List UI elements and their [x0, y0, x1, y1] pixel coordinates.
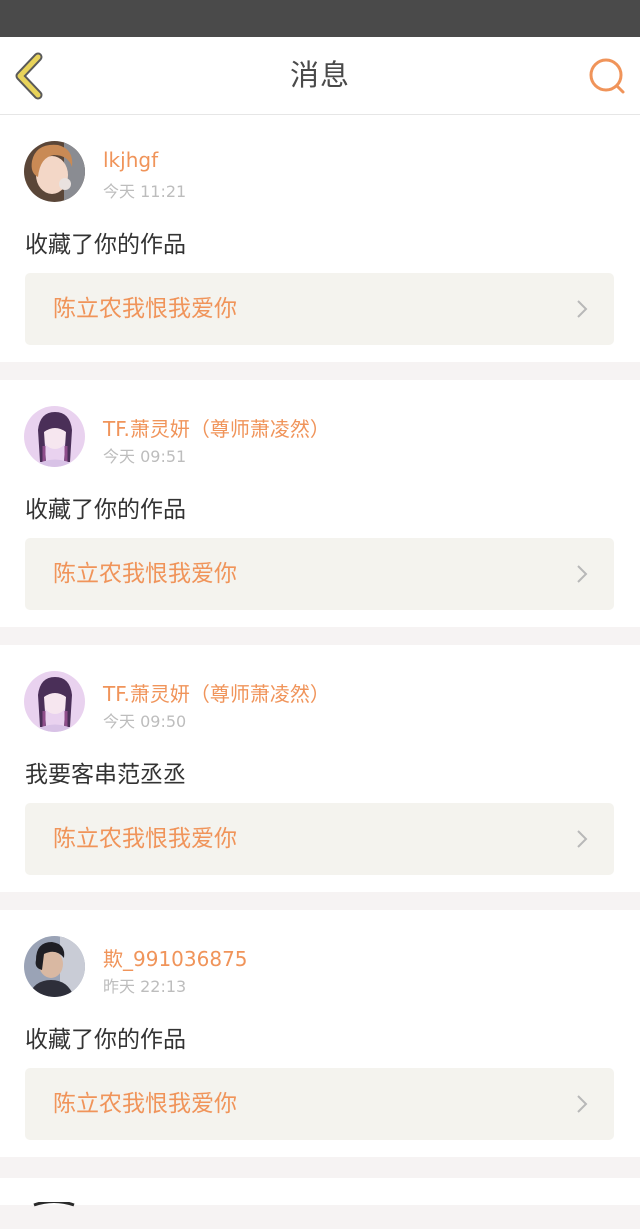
- message-text: 我要客串范丞丞: [25, 762, 186, 788]
- username[interactable]: 欺_991036875: [103, 943, 248, 972]
- chevron-right-icon: [577, 830, 588, 848]
- search-icon: [589, 58, 625, 94]
- timestamp: 今天 11:21: [103, 182, 187, 201]
- avatar[interactable]: [24, 406, 85, 467]
- work-link[interactable]: 陈立农我恨我爱你: [25, 803, 614, 875]
- work-title: 陈立农我恨我爱你: [53, 561, 237, 587]
- avatar[interactable]: [24, 936, 85, 997]
- page-title: 消息: [289, 58, 350, 92]
- timestamp: 今天 09:51: [103, 447, 187, 466]
- username[interactable]: TF.萧灵妍（尊师萧凌然）: [103, 413, 330, 442]
- timestamp: 昨天 22:13: [103, 977, 187, 996]
- message-text: 收藏了你的作品: [25, 232, 186, 258]
- chevron-right-icon: [577, 300, 588, 318]
- message-item-partial: [0, 1178, 640, 1207]
- message-item: 欺_991036875 昨天 22:13 收藏了你的作品 陈立农我恨我爱你: [0, 910, 640, 1157]
- message-text: 收藏了你的作品: [25, 497, 186, 523]
- status-bar: [0, 0, 640, 37]
- work-link[interactable]: 陈立农我恨我爱你: [25, 1068, 614, 1140]
- work-title: 陈立农我恨我爱你: [53, 1091, 237, 1117]
- timestamp: 今天 09:50: [103, 712, 187, 731]
- avatar[interactable]: [24, 671, 85, 732]
- username[interactable]: lkjhgf: [103, 148, 158, 172]
- navigation-bar: 消息: [0, 37, 640, 115]
- message-item: TF.萧灵妍（尊师萧凌然） 今天 09:50 我要客串范丞丞 陈立农我恨我爱你: [0, 645, 640, 892]
- message-item: lkjhgf 今天 11:21 收藏了你的作品 陈立农我恨我爱你: [0, 115, 640, 362]
- work-title: 陈立农我恨我爱你: [53, 826, 237, 852]
- username[interactable]: TF.萧灵妍（尊师萧凌然）: [103, 678, 330, 707]
- work-title: 陈立农我恨我爱你: [53, 296, 237, 322]
- work-link[interactable]: 陈立农我恨我爱你: [25, 273, 614, 345]
- work-link[interactable]: 陈立农我恨我爱你: [25, 538, 614, 610]
- chevron-right-icon: [577, 1095, 588, 1113]
- search-button[interactable]: [586, 55, 628, 97]
- avatar[interactable]: [24, 141, 85, 202]
- message-text: 收藏了你的作品: [25, 1027, 186, 1053]
- avatar: [33, 1202, 75, 1207]
- message-item: TF.萧灵妍（尊师萧凌然） 今天 09:51 收藏了你的作品 陈立农我恨我爱你: [0, 380, 640, 627]
- chevron-right-icon: [577, 565, 588, 583]
